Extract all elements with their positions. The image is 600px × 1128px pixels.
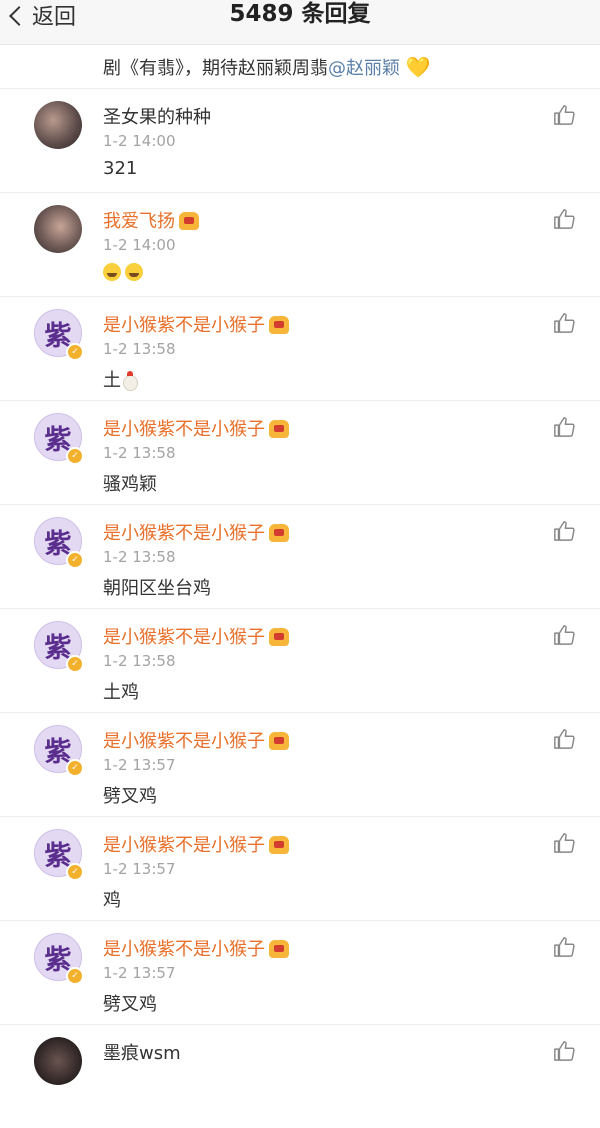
reply-item[interactable]: 我爱飞扬 1-2 14:00 xyxy=(0,192,600,296)
yellow-heart-icon: 💛 xyxy=(405,55,431,79)
reply-content: 劈叉鸡 xyxy=(103,786,157,807)
timestamp: 1-2 13:57 xyxy=(103,964,176,982)
reply-item[interactable]: 紫 ✓ 是小猴紫不是小猴子 1-2 13:57 劈叉鸡 xyxy=(0,712,600,816)
verified-badge-icon: ✓ xyxy=(66,967,84,985)
laugh-cry-emoji-icon xyxy=(103,263,121,281)
reply-item[interactable]: 紫 ✓ 是小猴紫不是小猴子 1-2 13:57 鸡 xyxy=(0,816,600,920)
username[interactable]: 是小猴紫不是小猴子 xyxy=(103,727,289,753)
reply-item[interactable]: 紫 ✓ 是小猴紫不是小猴子 1-2 13:58 骚鸡颖 xyxy=(0,400,600,504)
verified-badge-icon: ✓ xyxy=(66,863,84,881)
username-text: 是小猴紫不是小猴子 xyxy=(103,627,265,648)
parent-comment-text: 剧《有翡》，期待赵丽颖周翡@赵丽颖 💛 xyxy=(103,54,431,80)
laugh-cry-emoji-icon xyxy=(125,263,143,281)
thumbs-up-icon[interactable] xyxy=(553,312,575,334)
avatar[interactable] xyxy=(34,1037,82,1085)
username[interactable]: 是小猴紫不是小猴子 xyxy=(103,311,289,337)
username-text: 是小猴紫不是小猴子 xyxy=(103,939,265,960)
username[interactable]: 我爱飞扬 xyxy=(103,207,199,233)
username[interactable]: 圣女果的种种 xyxy=(103,103,211,129)
reply-content xyxy=(103,262,147,283)
reply-content: 朝阳区坐台鸡 xyxy=(103,578,211,599)
username-text: 是小猴紫不是小猴子 xyxy=(103,315,265,336)
thumbs-up-icon[interactable] xyxy=(553,832,575,854)
reply-item[interactable]: 紫 ✓ 是小猴紫不是小猴子 1-2 13:57 劈叉鸡 xyxy=(0,920,600,1024)
username[interactable]: 是小猴紫不是小猴子 xyxy=(103,415,289,441)
thumbs-up-icon[interactable] xyxy=(553,1040,575,1062)
username[interactable]: 是小猴紫不是小猴子 xyxy=(103,623,289,649)
username-text: 是小猴紫不是小猴子 xyxy=(103,835,265,856)
timestamp: 1-2 14:00 xyxy=(103,236,176,254)
verified-badge-icon: ✓ xyxy=(66,447,84,465)
reply-list: 圣女果的种种 1-2 14:00 321 我爱飞扬 1-2 14:00 紫 ✓ … xyxy=(0,88,600,1128)
thumbs-up-icon[interactable] xyxy=(553,208,575,230)
reply-content: 劈叉鸡 xyxy=(103,994,157,1015)
reply-text: 土 xyxy=(103,370,121,391)
username-text: 是小猴紫不是小猴子 xyxy=(103,523,265,544)
reply-item[interactable]: 圣女果的种种 1-2 14:00 321 xyxy=(0,88,600,192)
reply-content: 骚鸡颖 xyxy=(103,474,157,495)
vip-crown-icon xyxy=(269,316,289,334)
vip-crown-icon xyxy=(269,940,289,958)
timestamp: 1-2 13:58 xyxy=(103,444,176,462)
verified-badge-icon: ✓ xyxy=(66,759,84,777)
reply-item[interactable]: 紫 ✓ 是小猴紫不是小猴子 1-2 13:58 土 xyxy=(0,296,600,400)
verified-badge-icon: ✓ xyxy=(66,655,84,673)
avatar[interactable] xyxy=(34,205,82,253)
reply-item[interactable]: 墨痕wsm xyxy=(0,1024,600,1128)
timestamp: 1-2 13:58 xyxy=(103,652,176,670)
timestamp: 1-2 13:57 xyxy=(103,756,176,774)
thumbs-up-icon[interactable] xyxy=(553,624,575,646)
thumbs-up-icon[interactable] xyxy=(553,104,575,126)
parent-comment-body: 剧《有翡》，期待赵丽颖周翡 xyxy=(103,58,328,79)
reply-content: 土 xyxy=(103,366,138,392)
vip-crown-icon xyxy=(269,524,289,542)
reply-content: 321 xyxy=(103,158,138,179)
reply-content: 土鸡 xyxy=(103,682,139,703)
verified-badge-icon: ✓ xyxy=(66,343,84,361)
reply-content: 鸡 xyxy=(103,890,121,911)
timestamp: 1-2 14:00 xyxy=(103,132,176,150)
thumbs-up-icon[interactable] xyxy=(553,936,575,958)
mention-link[interactable]: @赵丽颖 xyxy=(328,58,400,79)
username-text: 我爱飞扬 xyxy=(103,211,175,232)
verified-badge-icon: ✓ xyxy=(66,551,84,569)
vip-crown-icon xyxy=(269,420,289,438)
vip-crown-icon xyxy=(179,212,199,230)
username-text: 是小猴紫不是小猴子 xyxy=(103,731,265,752)
vip-crown-icon xyxy=(269,628,289,646)
username[interactable]: 是小猴紫不是小猴子 xyxy=(103,831,289,857)
rooster-emoji-icon xyxy=(121,371,138,391)
thumbs-up-icon[interactable] xyxy=(553,520,575,542)
username[interactable]: 墨痕wsm xyxy=(103,1039,181,1065)
username-text: 是小猴紫不是小猴子 xyxy=(103,419,265,440)
timestamp: 1-2 13:57 xyxy=(103,860,176,878)
top-nav-bar: 返回 5489 条回复 xyxy=(0,0,600,45)
thumbs-up-icon[interactable] xyxy=(553,416,575,438)
reply-item[interactable]: 紫 ✓ 是小猴紫不是小猴子 1-2 13:58 土鸡 xyxy=(0,608,600,712)
reply-item[interactable]: 紫 ✓ 是小猴紫不是小猴子 1-2 13:58 朝阳区坐台鸡 xyxy=(0,504,600,608)
vip-crown-icon xyxy=(269,732,289,750)
vip-crown-icon xyxy=(269,836,289,854)
username[interactable]: 是小猴紫不是小猴子 xyxy=(103,519,289,545)
thumbs-up-icon[interactable] xyxy=(553,728,575,750)
timestamp: 1-2 13:58 xyxy=(103,340,176,358)
timestamp: 1-2 13:58 xyxy=(103,548,176,566)
page-title: 5489 条回复 xyxy=(229,1,371,27)
avatar[interactable] xyxy=(34,101,82,149)
username[interactable]: 是小猴紫不是小猴子 xyxy=(103,935,289,961)
